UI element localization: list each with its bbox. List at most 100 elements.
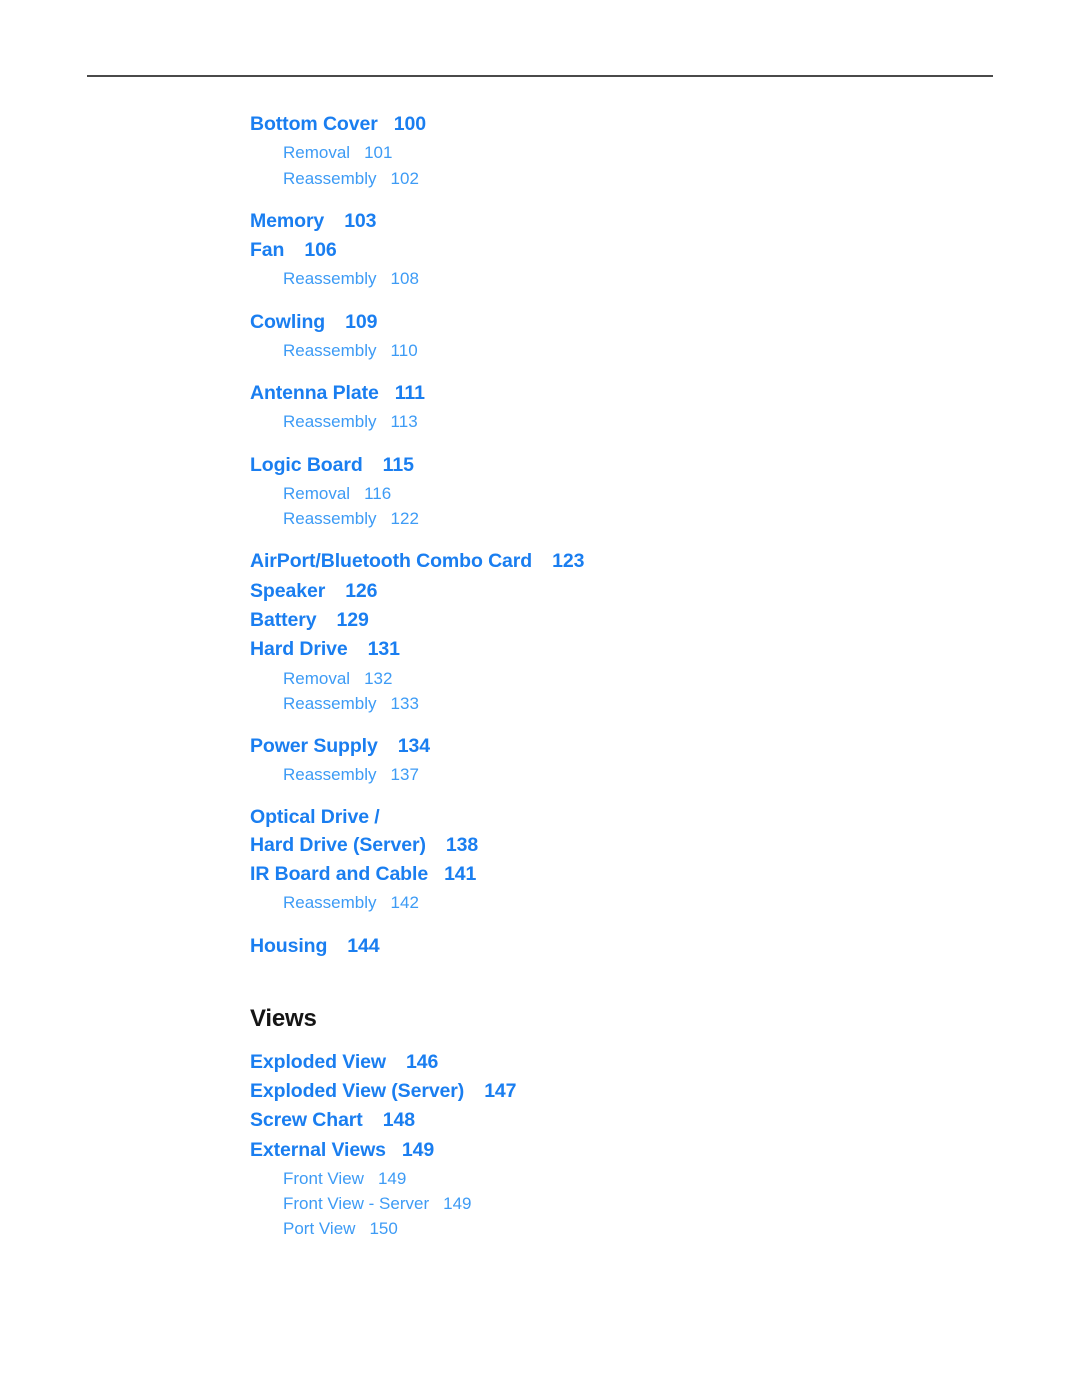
toc-entry-page: 149	[401, 1138, 435, 1161]
toc-group: Optical Drive / Hard Drive (Server) 138	[250, 805, 1010, 858]
toc-subentry-reassembly[interactable]: Reassembly 133	[283, 691, 1010, 716]
toc-subentry-page: 149	[377, 1169, 407, 1189]
toc-entry-page: 103	[344, 209, 377, 232]
toc-entry-fan[interactable]: Fan 106	[250, 238, 1010, 263]
toc-entry-speaker[interactable]: Speaker 126	[250, 579, 1010, 604]
toc-entry-page: 100	[393, 113, 426, 135]
toc-entry-exploded-view[interactable]: Exploded View 146	[250, 1050, 1010, 1075]
table-of-contents: Bottom Cover 100 Removal 101 Reassembly 102…	[250, 112, 1010, 1260]
toc-entry-exploded-view-server[interactable]: Exploded View (Server) 147	[250, 1079, 1010, 1104]
toc-subentry-list: Reassembly 110	[250, 338, 1010, 363]
toc-subentry-reassembly[interactable]: Reassembly 137	[283, 762, 1010, 787]
toc-subentry-page: 150	[369, 1219, 398, 1239]
toc-subentry-title: Reassembly	[283, 340, 377, 360]
toc-subentry-page: 149	[443, 1194, 472, 1214]
toc-entry-hard-drive[interactable]: Hard Drive 131	[250, 637, 1010, 662]
toc-entry-screw-chart[interactable]: Screw Chart 148	[250, 1108, 1010, 1133]
toc-entry-title: Power Supply	[250, 734, 378, 757]
toc-group: External Views 149 Front View 149 Front Vi…	[250, 1138, 1010, 1242]
toc-subentry-page: 122	[390, 509, 419, 528]
toc-entry-title: Fan	[250, 239, 285, 261]
toc-subentry-front-view[interactable]: Front View 149	[283, 1166, 1010, 1191]
toc-group: Housing 144	[250, 934, 1010, 959]
toc-entry-title: Housing	[250, 934, 328, 957]
toc-subentry-reassembly[interactable]: Reassembly 102	[283, 166, 1010, 191]
toc-subentry-title: Reassembly	[283, 765, 377, 785]
toc-entry-title: Battery	[250, 608, 317, 631]
toc-entry-airport-bluetooth-combo-card[interactable]: AirPort/Bluetooth Combo Card 123	[250, 549, 1010, 574]
toc-entry-title: Hard Drive (Server)	[250, 833, 426, 856]
toc-entry-external-views[interactable]: External Views 149	[250, 1138, 1010, 1163]
toc-entry-page: 111	[394, 382, 425, 404]
toc-subentry-list: Reassembly 137	[250, 762, 1010, 787]
toc-entry-page: 138	[445, 833, 479, 856]
toc-entry-title: Hard Drive	[250, 638, 348, 661]
toc-subentry-title: Reassembly	[283, 693, 377, 713]
toc-group: Bottom Cover 100 Removal 101 Reassembly 102	[250, 112, 1010, 191]
toc-entry-housing[interactable]: Housing 144	[250, 934, 1010, 959]
toc-subentry-title: Reassembly	[283, 168, 377, 188]
toc-group: Battery 129	[250, 608, 1010, 633]
toc-subentry-list: Reassembly 142	[250, 890, 1010, 915]
toc-entry-cowling[interactable]: Cowling 109	[250, 310, 1010, 335]
toc-entry-logic-board[interactable]: Logic Board 115	[250, 453, 1010, 478]
toc-subentry-list: Front View 149 Front View - Server 149 Por…	[250, 1166, 1010, 1241]
toc-entry-page: 109	[345, 310, 378, 333]
toc-entry-title: Speaker	[250, 579, 326, 602]
toc-entry-memory[interactable]: Memory 103	[250, 209, 1010, 234]
toc-subentry-front-view-server[interactable]: Front View - Server 149	[283, 1191, 1010, 1216]
toc-subentry-title: Removal	[283, 483, 351, 503]
toc-subentry-list: Removal 101 Reassembly 102	[250, 140, 1010, 190]
toc-entry-ir-board-and-cable[interactable]: IR Board and Cable 141	[250, 862, 1010, 887]
toc-entry-power-supply[interactable]: Power Supply 134	[250, 734, 1010, 759]
toc-subentry-page: 101	[364, 143, 393, 163]
toc-entry-page: 126	[345, 579, 378, 602]
toc-subentry-reassembly[interactable]: Reassembly 110	[283, 338, 1010, 363]
toc-subentry-page: 132	[364, 668, 393, 688]
toc-group: Hard Drive 131 Removal 132 Reassembly 133	[250, 637, 1010, 716]
toc-entry-battery[interactable]: Battery 129	[250, 608, 1010, 633]
toc-subentry-reassembly[interactable]: Reassembly 108	[283, 266, 1010, 291]
toc-subentry-list: Reassembly 108	[250, 266, 1010, 291]
toc-entry-optical-drive-line2[interactable]: Hard Drive (Server) 138	[250, 833, 1010, 858]
toc-group: Exploded View (Server) 147	[250, 1079, 1010, 1104]
toc-subentry-title: Port View	[283, 1219, 356, 1239]
toc-entry-page: 106	[304, 239, 337, 261]
toc-subentry-reassembly[interactable]: Reassembly 142	[283, 890, 1010, 915]
toc-entry-page: 147	[484, 1080, 517, 1103]
toc-entry-title: Antenna Plate	[250, 382, 379, 404]
toc-subentry-removal[interactable]: Removal 101	[283, 140, 1010, 165]
toc-entry-title: IR Board and Cable	[250, 863, 429, 886]
header-divider	[87, 75, 993, 77]
toc-subentry-title: Reassembly	[283, 893, 377, 913]
toc-subentry-reassembly[interactable]: Reassembly 122	[283, 506, 1010, 531]
toc-subentry-page: 142	[390, 893, 419, 913]
toc-entry-title: Logic Board	[250, 453, 363, 476]
toc-subentry-title: Removal	[283, 668, 351, 688]
toc-group: Exploded View 146	[250, 1050, 1010, 1075]
toc-group: Antenna Plate 111 Reassembly 113	[250, 381, 1010, 435]
toc-entry-page: 148	[382, 1109, 415, 1132]
toc-subentry-page: 113	[390, 412, 418, 432]
toc-group: Screw Chart 148	[250, 1108, 1010, 1133]
section-heading-views: Views	[250, 1004, 317, 1032]
toc-entry-title: Screw Chart	[250, 1109, 363, 1132]
toc-subentry-port-view[interactable]: Port View 150	[283, 1216, 1010, 1241]
toc-subentry-title: Removal	[283, 143, 351, 163]
toc-subentry-reassembly[interactable]: Reassembly 113	[283, 409, 1010, 434]
toc-entry-optical-drive-line1[interactable]: Optical Drive /	[250, 805, 1010, 830]
toc-entry-title: Exploded View (Server)	[250, 1080, 465, 1103]
toc-subentry-page: 108	[390, 269, 419, 289]
toc-entry-title: Bottom Cover	[250, 113, 378, 135]
toc-entry-page: 115	[382, 453, 414, 476]
toc-entry-title: Memory	[250, 209, 325, 232]
toc-group: Power Supply 134 Reassembly 137	[250, 734, 1010, 788]
toc-group: Cowling 109 Reassembly 110	[250, 310, 1010, 364]
toc-entry-page: 141	[444, 863, 477, 886]
toc-entry-bottom-cover[interactable]: Bottom Cover 100	[250, 112, 1010, 137]
toc-subentry-list: Removal 116 Reassembly 122	[250, 481, 1010, 531]
toc-subentry-removal[interactable]: Removal 132	[283, 666, 1010, 691]
toc-group: Speaker 126	[250, 579, 1010, 604]
toc-subentry-removal[interactable]: Removal 116	[283, 481, 1010, 506]
toc-entry-antenna-plate[interactable]: Antenna Plate 111	[250, 381, 1010, 406]
